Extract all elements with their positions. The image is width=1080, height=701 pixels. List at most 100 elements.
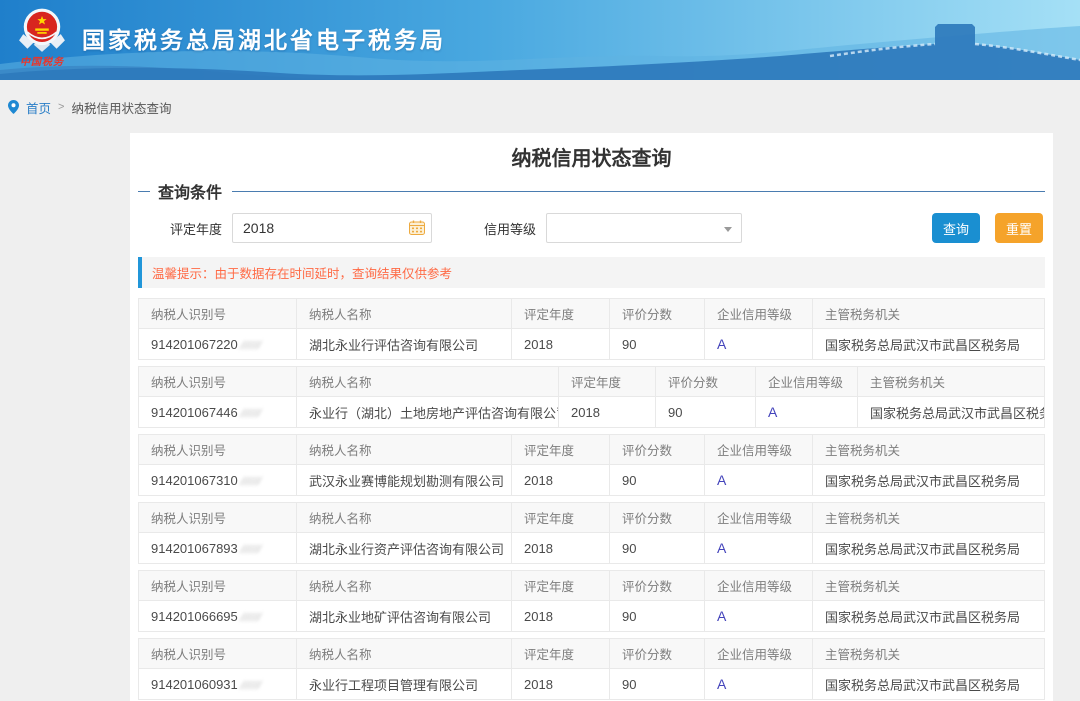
cell-taxpayer-name: 湖北永业行评估咨询有限公司 — [297, 329, 512, 360]
query-form: 评定年度 信用等级 查询 重置 — [138, 213, 1045, 243]
header-assessment-year: 评定年度 — [512, 571, 610, 601]
cell-credit-grade: A — [705, 465, 813, 496]
cell-taxpayer-id: 914201066695////// — [139, 601, 297, 632]
taxpayer-id-visible: 914201067893 — [151, 541, 238, 556]
header-tax-authority: 主管税务机关 — [813, 639, 1045, 669]
cell-assessment-year: 2018 — [512, 669, 610, 700]
header-credit-grade: 企业信用等级 — [705, 435, 813, 465]
masked-id-digits: ////// — [239, 542, 263, 556]
header-assessment-year: 评定年度 — [512, 299, 610, 329]
breadcrumb-home-link[interactable]: 首页 — [26, 98, 51, 117]
tax-emblem-icon — [16, 5, 68, 55]
header-taxpayer-id: 纳税人识别号 — [139, 571, 297, 601]
header-credit-grade: 企业信用等级 — [705, 503, 813, 533]
breadcrumb: 首页 > 纳税信用状态查询 — [0, 80, 1080, 120]
cell-score: 90 — [656, 397, 756, 428]
header-taxpayer-id: 纳税人识别号 — [139, 299, 297, 329]
result-table: 纳税人识别号纳税人名称评定年度评价分数企业信用等级主管税务机关914201067… — [138, 434, 1045, 496]
header-taxpayer-name: 纳税人名称 — [297, 639, 512, 669]
header-taxpayer-name: 纳税人名称 — [297, 367, 559, 397]
header-tax-authority: 主管税务机关 — [813, 299, 1045, 329]
result-table: 纳税人识别号纳税人名称评定年度评价分数企业信用等级主管税务机关914201060… — [138, 638, 1045, 700]
cell-tax-authority: 国家税务总局武汉市武昌区税务局 — [813, 465, 1045, 496]
legend-line — [232, 191, 1045, 192]
header-credit-grade: 企业信用等级 — [705, 299, 813, 329]
header-taxpayer-id: 纳税人识别号 — [139, 503, 297, 533]
cell-credit-grade: A — [705, 533, 813, 564]
cell-credit-grade: A — [705, 669, 813, 700]
cell-assessment-year: 2018 — [512, 533, 610, 564]
result-table: 纳税人识别号纳税人名称评定年度评价分数企业信用等级主管税务机关 914201066… — [138, 570, 1045, 632]
header-taxpayer-name: 纳税人名称 — [297, 503, 512, 533]
year-input[interactable] — [232, 213, 432, 243]
cell-assessment-year: 2018 — [512, 465, 610, 496]
masked-id-digits: ////// — [239, 338, 263, 352]
header-score: 评价分数 — [610, 639, 705, 669]
header-taxpayer-id: 纳税人识别号 — [139, 639, 297, 669]
cell-taxpayer-name: 湖北永业地矿评估咨询有限公司 — [297, 601, 512, 632]
results-list: 纳税人识别号纳税人名称评定年度评价分数企业信用等级主管税务机关914201067… — [138, 298, 1045, 700]
cell-score: 90 — [610, 601, 705, 632]
logo-caption: 中国税务 — [14, 53, 70, 68]
cell-taxpayer-name: 湖北永业行资产评估咨询有限公司 — [297, 533, 512, 564]
breadcrumb-current: 纳税信用状态查询 — [71, 98, 171, 117]
cell-tax-authority: 国家税务总局武汉市武昌区税务局 — [813, 669, 1045, 700]
header-taxpayer-name: 纳税人名称 — [297, 571, 512, 601]
cell-score: 90 — [610, 669, 705, 700]
result-table: 纳税人识别号纳税人名称评定年度评价分数企业信用等级主管税务机关914201067… — [138, 366, 1045, 428]
cell-taxpayer-name: 永业行（湖北）土地房地产评估咨询有限公司 — [297, 397, 559, 428]
grade-select[interactable] — [546, 213, 742, 243]
header-score: 评价分数 — [610, 299, 705, 329]
cell-credit-grade: A — [705, 601, 813, 632]
credit-grade-value: A — [717, 540, 726, 556]
cell-assessment-year: 2018 — [512, 601, 610, 632]
query-conditions-label: 查询条件 — [158, 179, 222, 203]
breadcrumb-separator: > — [58, 101, 64, 113]
cell-tax-authority: 国家税务总局武汉市武昌区税务局 — [813, 601, 1045, 632]
cell-score: 90 — [610, 465, 705, 496]
header-assessment-year: 评定年度 — [512, 503, 610, 533]
grade-label: 信用等级 — [484, 219, 536, 238]
header-score: 评价分数 — [610, 571, 705, 601]
masked-id-digits: ////// — [239, 610, 263, 624]
header-tax-authority: 主管税务机关 — [813, 435, 1045, 465]
cell-taxpayer-id: 914201067310////// — [139, 465, 297, 496]
credit-grade-value: A — [768, 404, 777, 420]
reset-button[interactable]: 重置 — [995, 213, 1043, 243]
search-button[interactable]: 查询 — [932, 213, 980, 243]
header-tax-authority: 主管税务机关 — [813, 503, 1045, 533]
taxpayer-id-visible: 914201067446 — [151, 405, 238, 420]
header-tax-authority: 主管税务机关 — [813, 571, 1045, 601]
header-score: 评价分数 — [610, 435, 705, 465]
cell-tax-authority: 国家税务总局武汉市武昌区税务局 — [813, 533, 1045, 564]
location-pin-icon — [8, 100, 19, 114]
taxpayer-id-visible: 914201066695 — [151, 609, 238, 624]
cell-taxpayer-id: 914201067446////// — [139, 397, 297, 428]
result-table: 纳税人识别号纳税人名称评定年度评价分数企业信用等级主管税务机关 914201067… — [138, 502, 1045, 564]
cell-taxpayer-id: 914201067893////// — [139, 533, 297, 564]
query-conditions-section-header: 查询条件 — [138, 179, 1045, 203]
taxpayer-id-visible: 914201067310 — [151, 473, 238, 488]
masked-id-digits: ////// — [239, 474, 263, 488]
legend-dash — [138, 191, 150, 192]
header-taxpayer-id: 纳税人识别号 — [139, 367, 297, 397]
cell-taxpayer-name: 武汉永业赛博能规划勘测有限公司 — [297, 465, 512, 496]
cell-score: 90 — [610, 533, 705, 564]
year-label: 评定年度 — [170, 219, 222, 238]
cell-taxpayer-name: 永业行工程项目管理有限公司 — [297, 669, 512, 700]
calendar-icon[interactable] — [409, 220, 425, 235]
header-credit-grade: 企业信用等级 — [705, 571, 813, 601]
result-table: 纳税人识别号纳税人名称评定年度评价分数企业信用等级主管税务机关914201067… — [138, 298, 1045, 360]
year-input-wrap — [232, 213, 432, 243]
header-assessment-year: 评定年度 — [559, 367, 656, 397]
header-tax-authority: 主管税务机关 — [858, 367, 1045, 397]
header-assessment-year: 评定年度 — [512, 435, 610, 465]
cell-assessment-year: 2018 — [559, 397, 656, 428]
masked-id-digits: ////// — [239, 678, 263, 692]
content-card: 纳税信用状态查询 查询条件 评定年度 信用等级 查询 重置 温馨提示：由于数据 — [130, 133, 1053, 701]
header-taxpayer-name: 纳税人名称 — [297, 299, 512, 329]
cell-credit-grade: A — [756, 397, 858, 428]
header-score: 评价分数 — [610, 503, 705, 533]
header-banner: 中国税务 国家税务总局湖北省电子税务局 — [0, 0, 1080, 80]
masked-id-digits: ////// — [239, 406, 263, 420]
